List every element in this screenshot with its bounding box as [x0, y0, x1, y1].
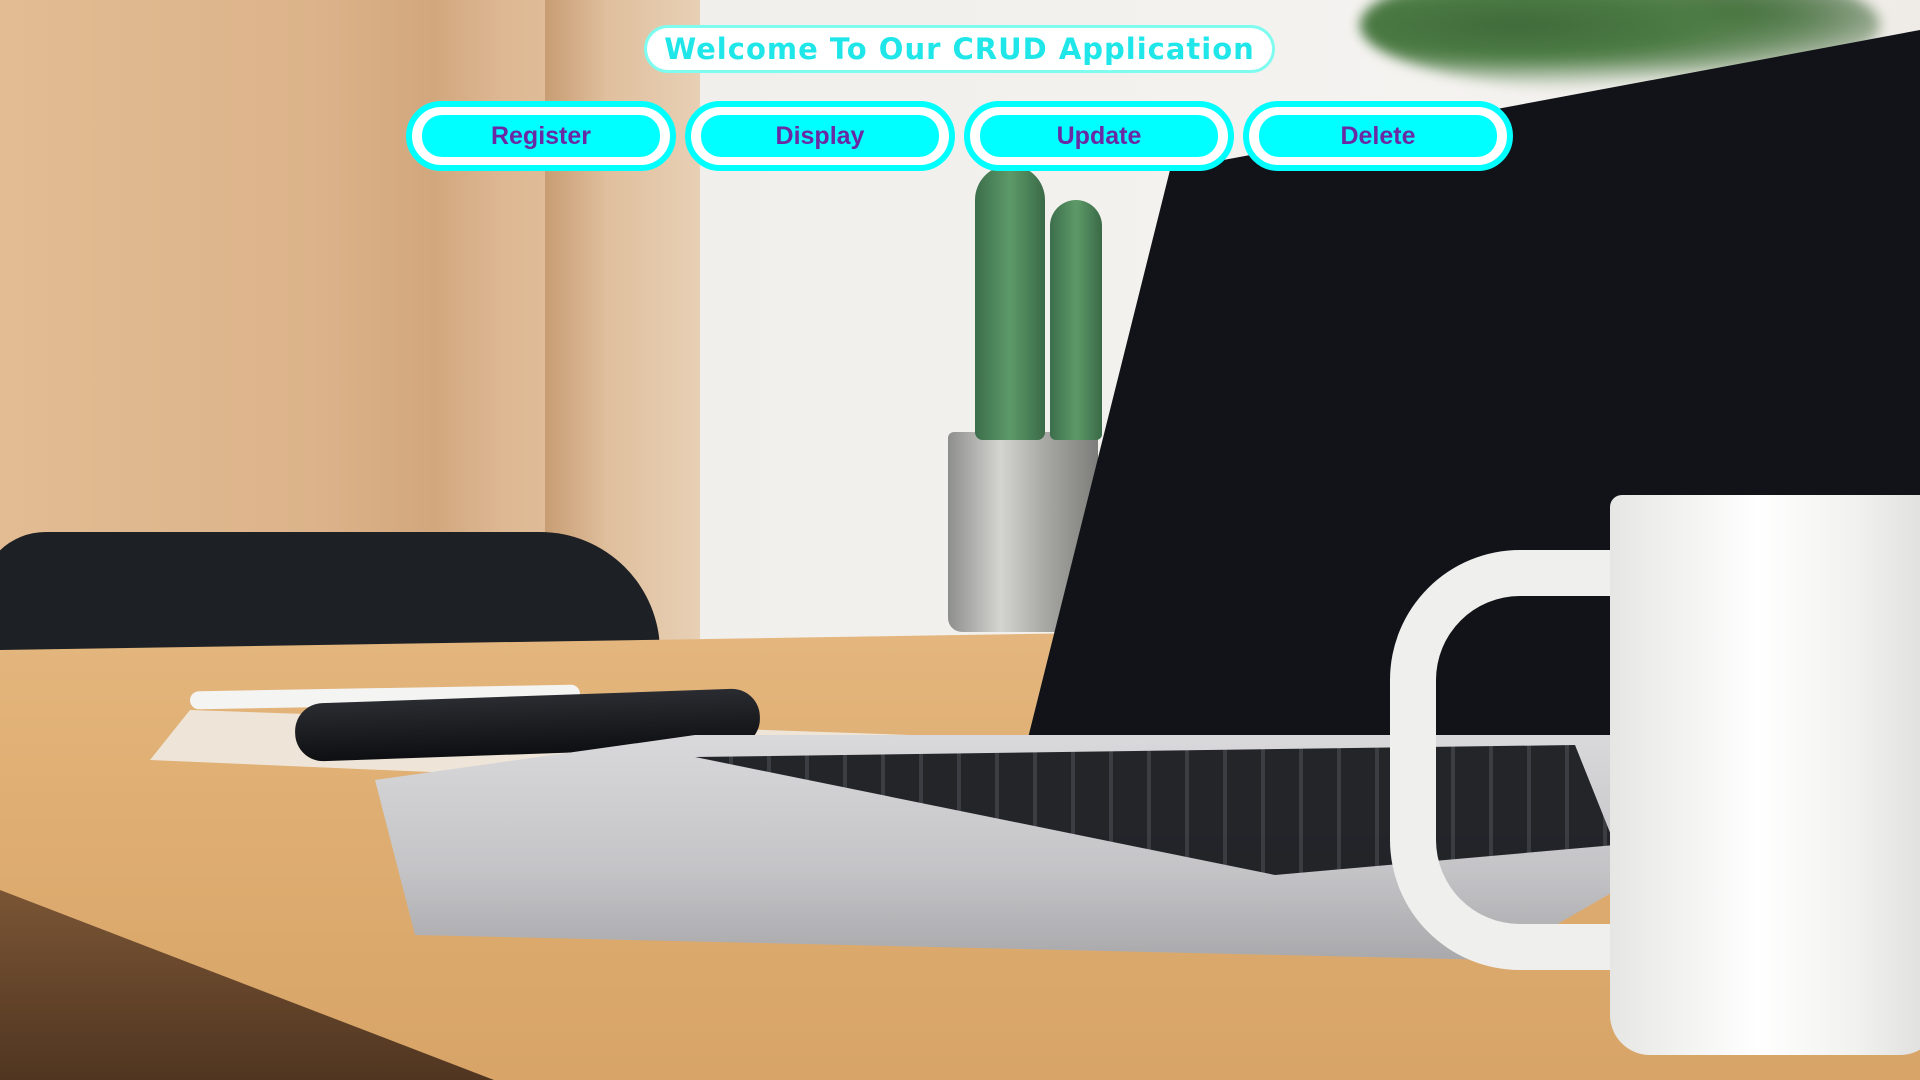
register-button[interactable]: Register [406, 101, 676, 171]
update-button-label: Update [1056, 121, 1142, 150]
update-button-face[interactable]: Update [980, 115, 1218, 157]
cactus [975, 165, 1045, 440]
delete-button-label: Delete [1340, 121, 1416, 150]
display-button-label: Display [775, 121, 865, 150]
delete-button[interactable]: Delete [1243, 101, 1513, 171]
coffee-mug [1610, 495, 1920, 1055]
chair-back [0, 532, 660, 652]
register-button-face[interactable]: Register [422, 115, 660, 157]
register-button-label: Register [490, 121, 592, 150]
display-button[interactable]: Display [685, 101, 955, 171]
cactus-small [1050, 200, 1102, 440]
delete-button-face[interactable]: Delete [1259, 115, 1497, 157]
crud-nav: Register Display Update Delete [406, 101, 1514, 171]
page-header: Welcome To Our CRUD Application [644, 25, 1275, 73]
display-button-face[interactable]: Display [701, 115, 939, 157]
page-title: Welcome To Our CRUD Application [664, 32, 1255, 66]
update-button[interactable]: Update [964, 101, 1234, 171]
